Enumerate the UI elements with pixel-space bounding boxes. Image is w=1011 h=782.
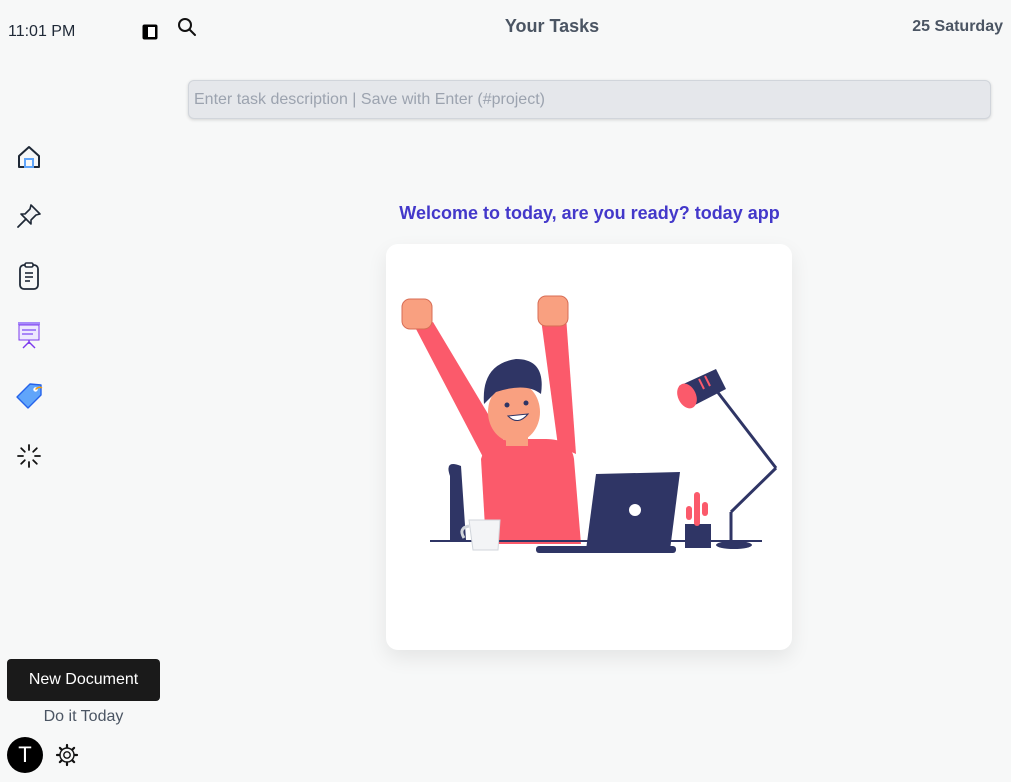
welcome-illustration-card	[386, 244, 792, 650]
presentation-board-icon	[18, 322, 40, 349]
tag-icon	[16, 383, 43, 409]
loading-spinner-icon	[17, 444, 41, 468]
sidebar-item-activity[interactable]	[14, 441, 44, 471]
sidebar-item-pinned[interactable]	[14, 201, 44, 231]
sidebar-item-tasks[interactable]	[14, 261, 44, 291]
new-document-button[interactable]: New Document	[7, 659, 160, 701]
welcome-heading: Welcome to today, are you ready? today a…	[399, 203, 780, 223]
app-tagline: Do it Today	[43, 708, 124, 725]
pin-icon	[17, 204, 41, 228]
gear-icon[interactable]	[55, 743, 79, 767]
sidebar-item-tags[interactable]	[14, 381, 44, 411]
sidebar-item-boards[interactable]	[14, 320, 44, 350]
avatar[interactable]: T	[7, 737, 43, 773]
page-title: Your Tasks	[504, 16, 600, 36]
celebrating-person-illustration	[401, 295, 778, 553]
clipboard-icon	[19, 262, 39, 290]
task-description-input[interactable]	[188, 80, 991, 119]
home-icon	[18, 146, 40, 168]
sidebar-item-home[interactable]	[14, 142, 44, 172]
date-label: 25 Saturday	[912, 18, 1003, 35]
